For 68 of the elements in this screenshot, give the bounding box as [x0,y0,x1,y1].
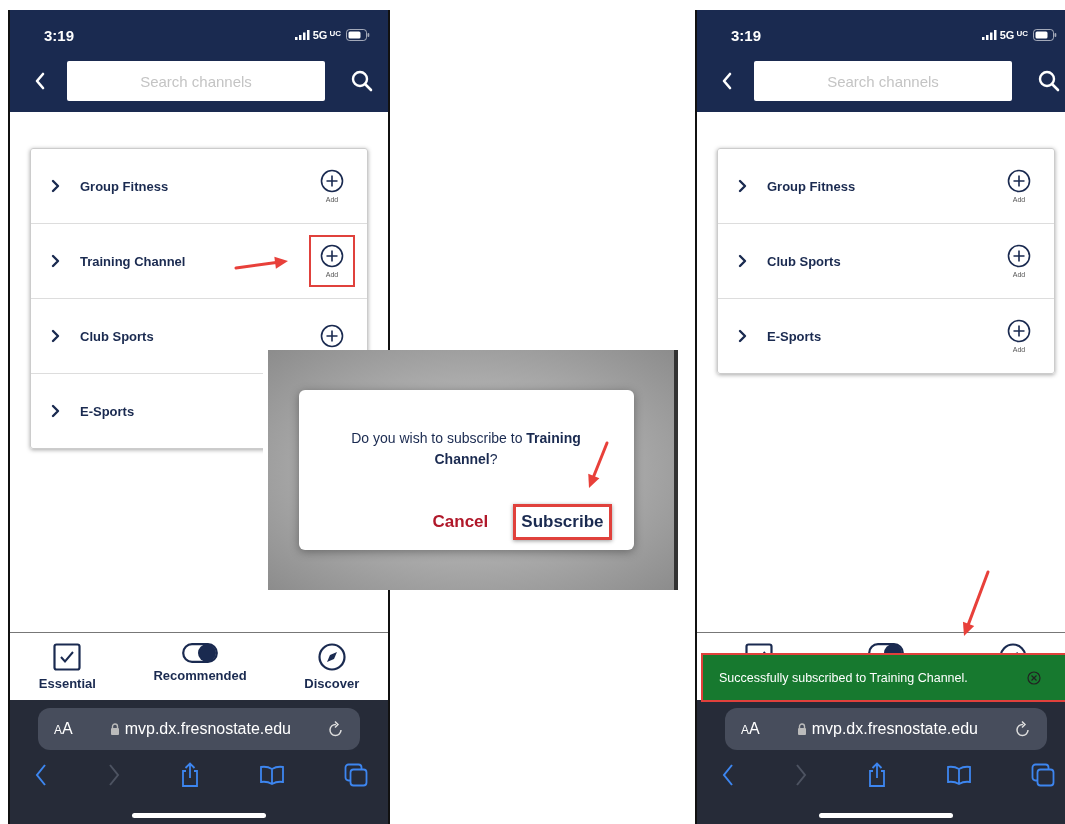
tabs-icon[interactable] [344,763,368,787]
channel-name[interactable]: Training Channel [80,253,186,269]
battery-icon [346,29,370,41]
plus-circle-icon[interactable] [1007,319,1031,343]
back-icon[interactable] [34,763,48,787]
network-label: 5G [312,29,328,41]
back-icon[interactable] [721,763,735,787]
channel-name[interactable]: Club Sports [80,328,154,344]
chevron-right-icon[interactable] [51,254,60,268]
network-suffix: UC [329,29,341,38]
checkbox-icon [744,643,773,655]
share-icon[interactable] [867,762,887,788]
tabs-icon[interactable] [1031,763,1055,787]
status-time: 3:19 [731,26,762,44]
annotation-arrow [588,441,609,488]
search-field[interactable]: Search channels [753,61,1013,101]
channel-name[interactable]: Group Fitness [80,178,169,194]
signal-icon [981,30,998,40]
search-field[interactable]: Search channels [66,61,326,101]
search-icon[interactable] [350,70,373,92]
book-icon[interactable] [259,765,285,785]
chevron-left-icon[interactable] [34,72,47,90]
url-text: mvp.dx.fresnostate.edu [811,720,978,738]
address-bar[interactable]: AA mvp.dx.fresnostate.edu [38,708,360,750]
text-size-button[interactable]: AA [54,720,73,738]
close-icon[interactable] [1027,670,1041,685]
lock-icon [796,723,807,735]
plus-circle-icon[interactable] [320,169,344,193]
signal-icon [294,30,311,40]
chevron-left-icon[interactable] [721,72,734,90]
share-icon[interactable] [180,762,200,788]
book-icon[interactable] [946,765,972,785]
chevron-right-icon[interactable] [51,329,60,343]
lock-icon [109,723,120,735]
chevron-right-icon[interactable] [738,329,747,343]
nav-tab[interactable]: Essential [38,643,96,691]
channel-name[interactable]: Group Fitness [767,178,856,194]
text-size-button[interactable]: AA [741,720,760,738]
battery-icon [1033,29,1057,41]
annotation-arrow [962,570,990,636]
plus-circle-icon[interactable] [1007,169,1031,193]
annotation-arrow [234,256,288,270]
chevron-right-icon[interactable] [51,404,60,418]
cancel-button[interactable]: Cancel [427,507,494,537]
address-bar[interactable]: AA mvp.dx.fresnostate.edu [725,708,1047,750]
search-icon[interactable] [1037,70,1060,92]
network-suffix: UC [1016,29,1028,38]
channel-name[interactable]: Club Sports [767,253,841,269]
reload-icon[interactable] [328,720,344,738]
checkbox-icon [53,643,82,671]
plus-circle-icon[interactable] [320,324,344,348]
status-time: 3:19 [44,26,75,44]
channel-name[interactable]: E-Sports [767,328,822,344]
plus-circle-icon[interactable] [1007,244,1031,268]
subscribe-button[interactable]: Subscribe [513,504,612,540]
compass-icon [317,643,346,671]
nav-tab[interactable]: Recommended [153,643,247,683]
reload-icon[interactable] [1015,720,1031,738]
chevron-right-icon[interactable] [51,179,60,193]
nav-tab[interactable]: Discover [304,643,360,691]
url-text: mvp.dx.fresnostate.edu [124,720,291,738]
chevron-right-icon[interactable] [738,254,747,268]
network-label: 5G [999,29,1015,41]
chevron-right-icon[interactable] [738,179,747,193]
toast-message: Successfully subscribed to Training Channel. [719,670,968,685]
plus-circle-icon[interactable] [320,244,344,268]
channel-name[interactable]: E-Sports [80,403,135,419]
dialog-message: Do you wish to subscribe to Training Channel? [350,429,582,469]
